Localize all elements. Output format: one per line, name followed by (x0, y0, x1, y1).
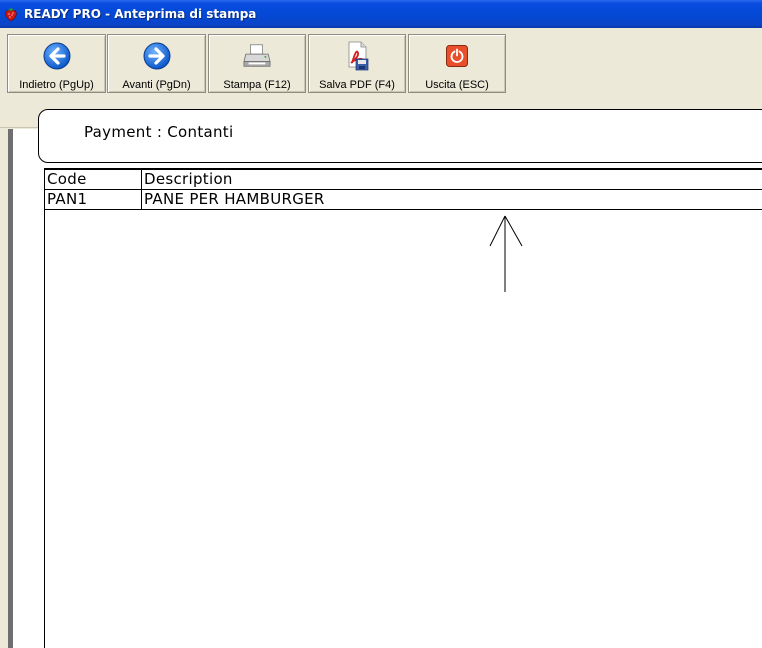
column-header-description: Description (141, 170, 762, 190)
up-arrow-annotation (489, 215, 523, 292)
save-pdf-button[interactable]: Salva PDF (F4) (308, 34, 406, 93)
back-button[interactable]: Indietro (PgUp) (7, 34, 106, 93)
save-pdf-button-label: Salva PDF (F4) (319, 79, 395, 91)
items-table: Code Description PAN1 PANE PER HAMBURGER (44, 168, 762, 648)
cell-code: PAN1 (47, 190, 88, 208)
exit-button-label: Uscita (ESC) (425, 79, 489, 91)
column-header-code: Code (47, 170, 87, 188)
forward-button-label: Avanti (PgDn) (122, 79, 191, 91)
print-button[interactable]: Stampa (F12) (208, 34, 306, 93)
arrow-left-circle-icon (43, 42, 71, 70)
cell-description: PANE PER HAMBURGER (141, 190, 762, 210)
payment-line: Payment : Contanti (84, 123, 234, 141)
table-row: PAN1 PANE PER HAMBURGER (45, 190, 762, 210)
preview-left-frame (0, 129, 8, 648)
power-exit-icon (443, 42, 471, 70)
title-bar: READY PRO - Anteprima di stampa (0, 0, 762, 28)
window-title: READY PRO - Anteprima di stampa (24, 7, 257, 21)
forward-button[interactable]: Avanti (PgDn) (107, 34, 206, 93)
exit-button[interactable]: Uscita (ESC) (408, 34, 506, 93)
page-left-shadow (8, 129, 13, 648)
pdf-save-icon (343, 41, 371, 71)
back-button-label: Indietro (PgUp) (19, 79, 94, 91)
arrow-right-circle-icon (143, 42, 171, 70)
print-button-label: Stampa (F12) (223, 79, 291, 91)
printer-icon (243, 42, 271, 70)
print-preview-page[interactable]: Payment : Contanti Code Description PAN1… (0, 109, 762, 648)
table-header-row: Code Description (45, 170, 762, 190)
strawberry-icon (3, 6, 19, 22)
